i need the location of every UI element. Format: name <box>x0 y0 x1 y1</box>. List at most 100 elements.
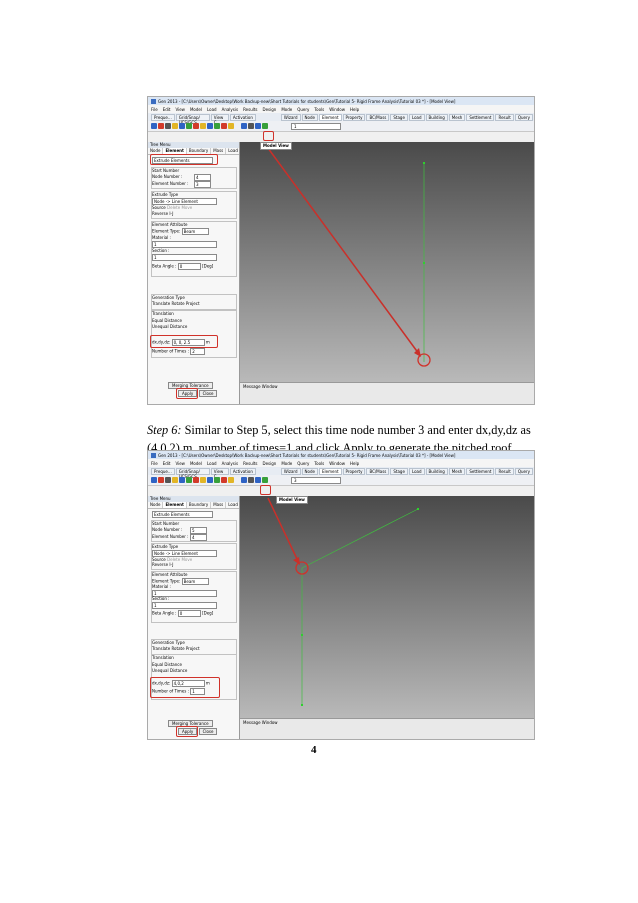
translate-radio[interactable]: Translate <box>152 301 170 306</box>
element-number-input[interactable]: 3 <box>194 181 211 188</box>
menu-view[interactable]: View <box>175 461 185 466</box>
tab-property[interactable]: Property <box>342 113 366 121</box>
menu-help[interactable]: Help <box>350 107 359 112</box>
query-icon[interactable] <box>228 123 234 129</box>
menu-edit[interactable]: Edit <box>163 461 171 466</box>
tab-wizard[interactable]: Wizard <box>280 113 301 121</box>
menu-design[interactable]: Design <box>263 107 277 112</box>
tab-mesh[interactable]: Mesh <box>448 113 466 121</box>
menu-file[interactable]: File <box>151 461 158 466</box>
tree-tab-node[interactable]: Node <box>148 502 164 508</box>
tab-building[interactable]: Building <box>425 467 448 475</box>
mesh-icon[interactable] <box>186 123 192 129</box>
menu-results[interactable]: Results <box>243 107 257 112</box>
beta-angle-input[interactable]: 0 <box>177 610 201 617</box>
extrude-elements-icon[interactable] <box>241 477 247 483</box>
tab-view-c[interactable]: View C... <box>210 113 229 125</box>
project-radio[interactable]: Project <box>186 646 200 651</box>
menu-query[interactable]: Query <box>297 107 309 112</box>
node-number-input[interactable]: 5 <box>190 527 207 534</box>
node-icon[interactable] <box>158 123 164 129</box>
unequal-distance-radio[interactable]: Unequal Distance <box>152 668 187 673</box>
tab-node[interactable]: Node <box>301 113 318 121</box>
tab-settlement[interactable]: Settlement <box>466 113 495 121</box>
close-button[interactable]: Close <box>198 390 218 397</box>
project-radio[interactable]: Project <box>186 301 200 306</box>
node-icon[interactable] <box>158 477 164 483</box>
tab-load[interactable]: Load <box>408 113 425 121</box>
analysis-icon[interactable] <box>214 477 220 483</box>
delete-icon[interactable] <box>165 477 171 483</box>
tab-query[interactable]: Query <box>514 467 533 475</box>
tab-property[interactable]: Property <box>342 467 366 475</box>
menu-model[interactable]: Model <box>190 107 202 112</box>
beta-angle-input[interactable]: 0 <box>177 263 201 270</box>
tree-tab-mass[interactable]: Mass <box>211 502 227 508</box>
tab-grid-snap[interactable]: Grid/Snap/ UCS/GCS <box>175 113 210 125</box>
number-of-times-input[interactable]: 2 <box>190 348 206 355</box>
equal-distance-radio[interactable]: Equal Distance <box>152 662 182 667</box>
rotate-icon[interactable] <box>262 477 268 483</box>
result-icon[interactable] <box>221 123 227 129</box>
menu-load[interactable]: Load <box>207 461 217 466</box>
menu-design[interactable]: Design <box>263 461 277 466</box>
tab-mesh[interactable]: Mesh <box>448 467 466 475</box>
equal-distance-radio[interactable]: Equal Distance <box>152 318 182 323</box>
element-number-input[interactable]: 4 <box>190 534 207 541</box>
select-icon[interactable] <box>151 477 157 483</box>
reverse-ij-checkbox[interactable]: Reverse I-J <box>152 562 173 567</box>
menu-analysis[interactable]: Analysis <box>222 107 238 112</box>
menu-mode[interactable]: Mode <box>281 461 292 466</box>
tab-activation[interactable]: Activation <box>229 113 256 121</box>
menu-results[interactable]: Results <box>243 461 257 466</box>
menu-query[interactable]: Query <box>297 461 309 466</box>
load-icon[interactable] <box>193 123 199 129</box>
tree-tab-element[interactable]: Element <box>163 502 187 508</box>
tab-element[interactable]: Element <box>318 113 342 121</box>
tab-load[interactable]: Load <box>408 467 425 475</box>
query-icon[interactable] <box>228 477 234 483</box>
tab-preque[interactable]: Preque... <box>151 113 175 121</box>
tab-building[interactable]: Building <box>425 113 448 121</box>
element-type-select[interactable]: Beam <box>181 578 209 585</box>
pan-icon[interactable] <box>255 123 261 129</box>
tab-bc-mass[interactable]: BC/Mass <box>366 113 390 121</box>
pan-icon[interactable] <box>255 477 261 483</box>
element-type-select[interactable]: Beam <box>181 228 209 235</box>
tab-view-c[interactable]: View C... <box>210 467 229 479</box>
move-radio-label[interactable]: Move <box>181 557 192 562</box>
extrude-type-select[interactable]: Node -> Line Element <box>152 550 217 557</box>
move-radio-label[interactable]: Move <box>181 205 192 210</box>
menu-model[interactable]: Model <box>190 461 202 466</box>
support-icon[interactable] <box>200 123 206 129</box>
tab-node[interactable]: Node <box>301 467 318 475</box>
node-number-input[interactable]: 4 <box>194 174 211 181</box>
menu-tools[interactable]: Tools <box>314 461 324 466</box>
tree-tab-load[interactable]: Load <box>226 148 241 154</box>
tab-query[interactable]: Query <box>514 113 533 121</box>
material-select[interactable]: 1 <box>152 241 217 248</box>
model-view-tab[interactable]: Model View <box>260 142 292 150</box>
menu-analysis[interactable]: Analysis <box>222 461 238 466</box>
menu-window[interactable]: Window <box>329 461 345 466</box>
wizard-icon[interactable] <box>172 123 178 129</box>
zoom-icon[interactable] <box>248 477 254 483</box>
menu-view[interactable]: View <box>175 107 185 112</box>
rotate-radio[interactable]: Rotate <box>171 301 184 306</box>
tab-wizard[interactable]: Wizard <box>280 467 301 475</box>
tree-tab-boundary[interactable]: Boundary <box>187 502 212 508</box>
rotate-icon[interactable] <box>262 123 268 129</box>
delete-icon[interactable] <box>165 123 171 129</box>
function-select[interactable]: Extrude Elements <box>152 511 213 518</box>
menu-tools[interactable]: Tools <box>314 107 324 112</box>
close-button[interactable]: Close <box>198 728 218 735</box>
extrude-type-select[interactable]: Node -> Line Element <box>152 198 217 205</box>
selection-input[interactable]: 1 <box>291 122 341 130</box>
section-select[interactable]: 1 <box>152 254 217 261</box>
tab-grid-snap[interactable]: Grid/Snap/ UCS/GCS <box>175 467 210 479</box>
menu-edit[interactable]: Edit <box>163 107 171 112</box>
property-icon[interactable] <box>207 477 213 483</box>
result-icon[interactable] <box>221 477 227 483</box>
support-icon[interactable] <box>200 477 206 483</box>
reverse-ij-checkbox[interactable]: Reverse I-J <box>152 211 173 216</box>
